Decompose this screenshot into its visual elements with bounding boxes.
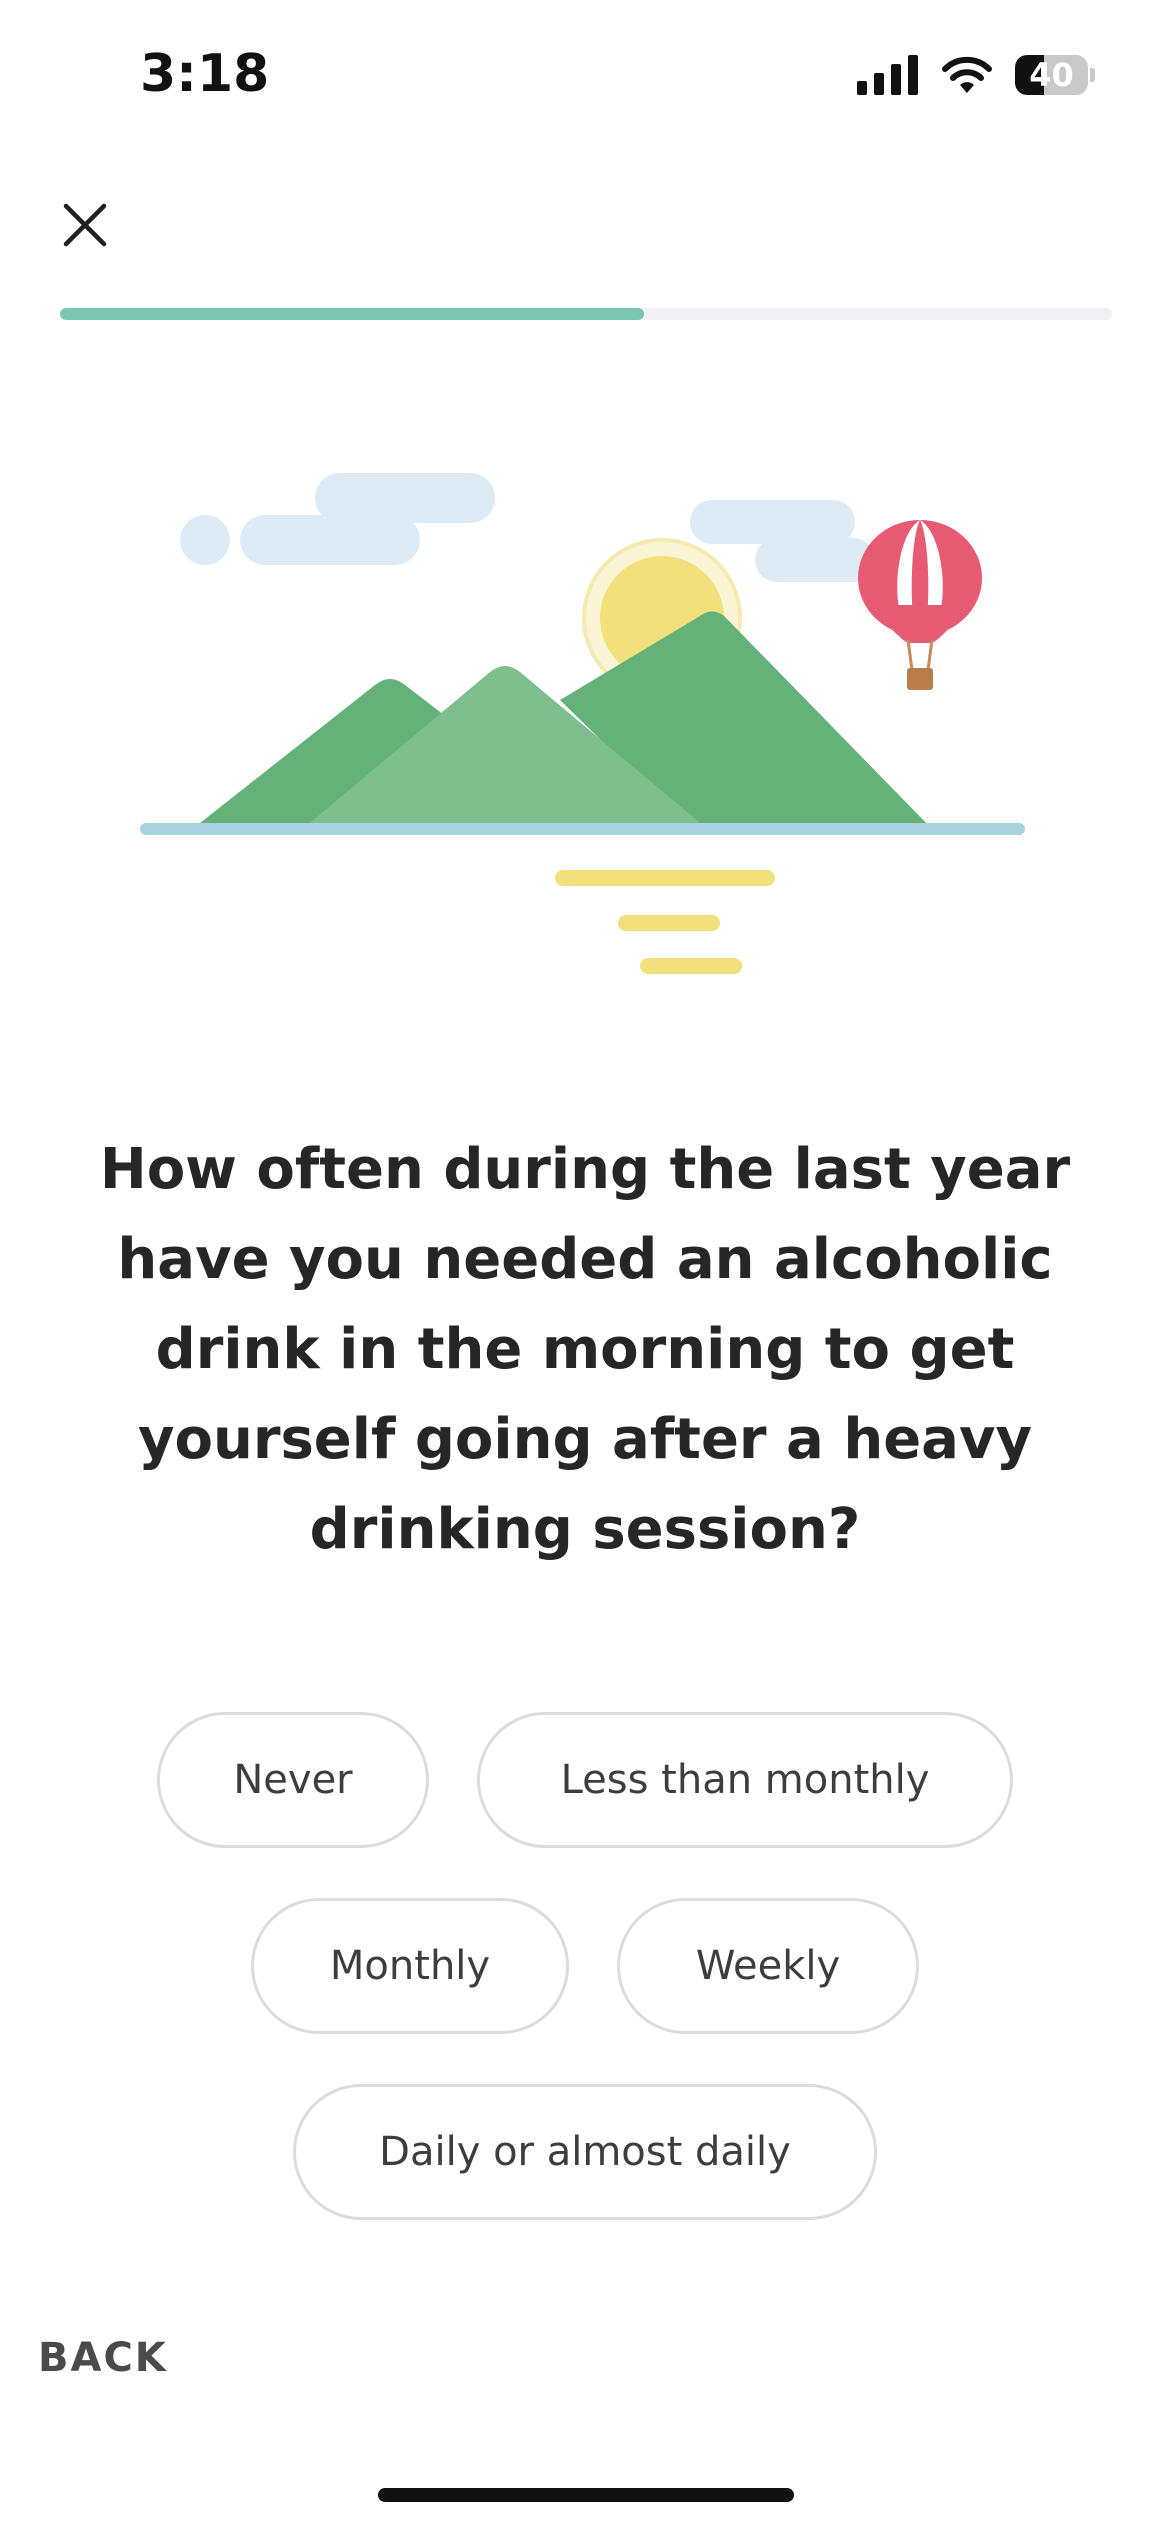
water-line <box>140 823 1025 835</box>
signal-icon <box>857 55 918 95</box>
close-button[interactable] <box>55 195 115 255</box>
option-row: Never Less than monthly <box>0 1712 1170 1848</box>
question-text: How often during the last year have you … <box>99 1137 1071 1562</box>
battery-level: 40 <box>1029 56 1074 94</box>
status-time: 3:18 <box>140 44 270 104</box>
option-row: Monthly Weekly <box>0 1898 1170 2034</box>
mountain-landscape-illustration <box>140 473 1025 974</box>
option-row: Daily or almost daily <box>0 2084 1170 2220</box>
option-daily-or-almost-daily[interactable]: Daily or almost daily <box>293 2084 877 2220</box>
status-icons: 40 <box>857 54 1095 96</box>
progress-bar <box>60 308 1112 320</box>
answer-options: Never Less than monthly Monthly Weekly D… <box>0 1712 1170 2270</box>
option-monthly[interactable]: Monthly <box>251 1898 569 2034</box>
battery-icon: 40 <box>1015 54 1095 96</box>
option-never[interactable]: Never <box>157 1712 429 1848</box>
hot-air-balloon-icon <box>858 520 982 690</box>
sun-reflection-3 <box>640 958 742 974</box>
option-less-than-monthly[interactable]: Less than monthly <box>477 1712 1013 1848</box>
back-button[interactable]: BACK <box>38 2335 168 2381</box>
close-icon <box>63 203 107 247</box>
sun-reflection-2 <box>618 915 720 931</box>
cloud-left <box>180 473 495 565</box>
option-weekly[interactable]: Weekly <box>617 1898 919 2034</box>
progress-fill <box>60 308 644 320</box>
wifi-icon <box>942 56 992 93</box>
home-indicator[interactable] <box>378 2488 794 2502</box>
sun-reflection-1 <box>555 870 775 886</box>
